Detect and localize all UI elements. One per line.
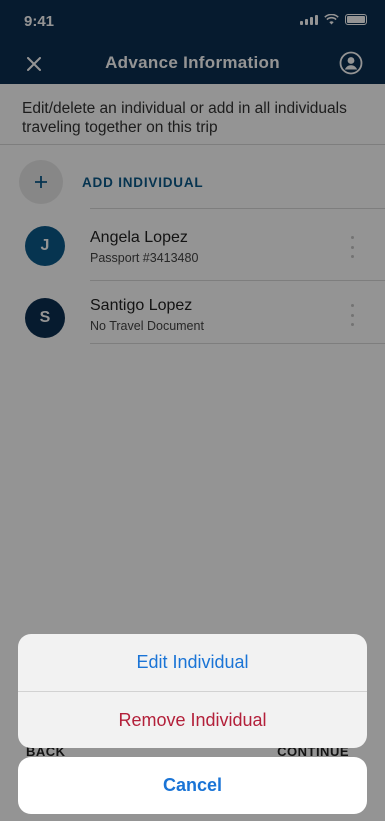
cancel-button[interactable]: Cancel [18, 757, 367, 814]
action-sheet: Edit Individual Remove Individual [18, 634, 367, 748]
edit-individual-button[interactable]: Edit Individual [18, 634, 367, 691]
remove-individual-button[interactable]: Remove Individual [18, 692, 367, 748]
